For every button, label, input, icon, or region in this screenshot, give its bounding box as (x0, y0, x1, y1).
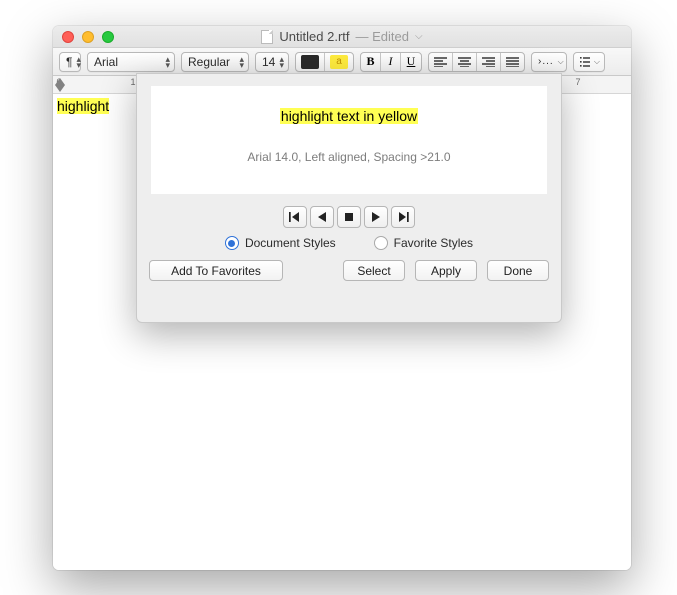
document-styles-radio[interactable]: Document Styles (225, 236, 336, 250)
chevron-down-icon: ⌵ (594, 57, 600, 67)
ruler-first-line-indent[interactable] (55, 85, 65, 92)
window-controls (53, 31, 114, 43)
align-right-button[interactable] (477, 53, 501, 71)
first-style-button[interactable] (283, 206, 307, 228)
style-preview: highlight text in yellow Arial 14.0, Lef… (151, 86, 547, 194)
document-icon (261, 30, 273, 44)
preview-sample-text: highlight text in yellow (280, 108, 418, 124)
document-name: Untitled 2.rtf (279, 29, 349, 44)
paragraph-style-select[interactable]: ¶ ▴▾ (59, 52, 81, 72)
stepper-icon: ▴▾ (239, 56, 244, 68)
chevron-down-icon: ⌵ (558, 57, 564, 67)
preview-description: Arial 14.0, Left aligned, Spacing >21.0 (247, 150, 450, 164)
color-group: a (295, 52, 354, 72)
font-family-select[interactable]: Arial ▴▾ (87, 52, 175, 72)
ruler-left-indent[interactable] (55, 78, 65, 85)
format-toolbar: ¶ ▴▾ Arial ▴▾ Regular ▴▾ 14 ▴▾ a B I U (53, 48, 631, 76)
titlebar: Untitled 2.rtf — Edited ⌵ (53, 26, 631, 48)
text-color-button[interactable] (296, 53, 325, 71)
bold-button[interactable]: B (361, 53, 381, 71)
line-spacing-select[interactable]: ›... ⌵ (531, 52, 567, 72)
highlight-color-swatch: a (330, 55, 348, 69)
underline-button[interactable]: U (401, 53, 421, 71)
paragraph-icon: ¶ (66, 55, 72, 69)
ruler-label: 7 (575, 77, 580, 87)
favorite-styles-radio[interactable]: Favorite Styles (374, 236, 473, 250)
font-style-select[interactable]: Regular ▴▾ (181, 52, 249, 72)
stop-button[interactable] (337, 206, 361, 228)
last-style-button[interactable] (391, 206, 415, 228)
text-color-swatch (301, 55, 319, 69)
style-navigation (137, 206, 561, 228)
sheet-button-row: Add To Favorites Select Apply Done (137, 260, 561, 291)
list-icon (580, 57, 590, 67)
font-style-value: Regular (188, 55, 230, 69)
radio-off-icon (374, 236, 388, 250)
ruler-label: 1 (130, 77, 135, 87)
font-size-select[interactable]: 14 ▴▾ (255, 52, 289, 72)
close-window-button[interactable] (62, 31, 74, 43)
highlight-color-button[interactable]: a (325, 53, 353, 71)
stepper-icon: ▴▾ (165, 56, 170, 68)
done-button[interactable]: Done (487, 260, 549, 281)
styles-sheet: highlight text in yellow Arial 14.0, Lef… (136, 73, 562, 323)
list-style-select[interactable]: ⌵ (573, 52, 605, 72)
align-center-button[interactable] (453, 53, 477, 71)
minimize-window-button[interactable] (82, 31, 94, 43)
radio-label: Document Styles (245, 236, 336, 250)
document-text[interactable]: highlight (57, 98, 109, 114)
italic-button[interactable]: I (381, 53, 401, 71)
textedit-window: Untitled 2.rtf — Edited ⌵ ¶ ▴▾ Arial ▴▾ … (53, 26, 631, 570)
document-edited-status: — Edited (356, 29, 409, 44)
radio-label: Favorite Styles (394, 236, 473, 250)
text-style-group: B I U (360, 52, 422, 72)
vertical-scrollbar[interactable] (616, 94, 631, 570)
spacing-icon: ›... (538, 56, 554, 67)
font-family-value: Arial (94, 55, 118, 69)
window-title: Untitled 2.rtf — Edited ⌵ (53, 29, 631, 44)
previous-style-button[interactable] (310, 206, 334, 228)
font-size-value: 14 (262, 55, 275, 69)
add-to-favorites-button[interactable]: Add To Favorites (149, 260, 283, 281)
stepper-icon: ▴▾ (76, 56, 81, 68)
zoom-window-button[interactable] (102, 31, 114, 43)
select-button[interactable]: Select (343, 260, 405, 281)
alignment-group (428, 52, 525, 72)
chevron-down-icon[interactable]: ⌵ (415, 31, 423, 42)
apply-button[interactable]: Apply (415, 260, 477, 281)
style-source-radios: Document Styles Favorite Styles (137, 236, 561, 250)
align-left-button[interactable] (429, 53, 453, 71)
stepper-icon: ▴▾ (279, 56, 284, 68)
align-justify-button[interactable] (501, 53, 524, 71)
next-style-button[interactable] (364, 206, 388, 228)
radio-on-icon (225, 236, 239, 250)
